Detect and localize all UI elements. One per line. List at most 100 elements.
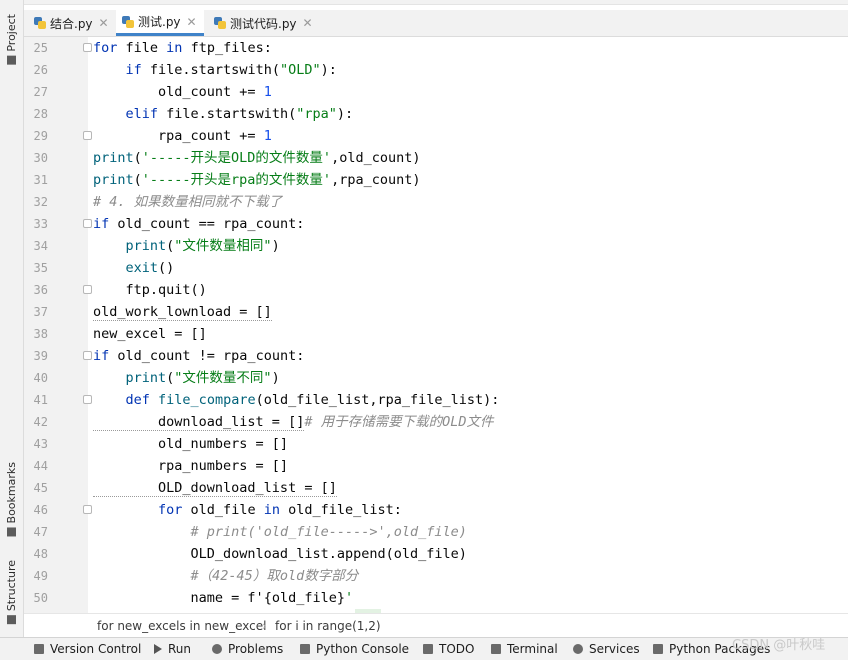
code-line[interactable]: 39 if old_count != rpa_count: (0, 345, 848, 367)
line-number: 50 (33, 591, 48, 605)
breadcrumb-item[interactable]: for i in range(1,2) (275, 619, 381, 633)
code-line[interactable]: 41 def file_compare(old_file_list,rpa_fi… (0, 389, 848, 411)
code-line[interactable]: 26 if file.startswith("OLD"): (0, 59, 848, 81)
code-line[interactable]: 33 if old_count == rpa_count: (0, 213, 848, 235)
code-token: old_file (182, 502, 264, 518)
code-line[interactable]: 42 download_list = []# 用于存储需要下载的OLD文件 (0, 411, 848, 433)
version-control-button[interactable]: Version Control (34, 642, 141, 656)
code-token: file_compare (158, 392, 256, 408)
code-line[interactable]: 46 for old_file in old_file_list: (0, 499, 848, 521)
code-token: print (125, 238, 167, 254)
code-token: file.startswith( (158, 106, 297, 122)
services-button[interactable]: Services (573, 642, 640, 656)
fold-marker-icon[interactable] (83, 43, 92, 52)
code-token: print (125, 370, 167, 386)
code-token: ): (336, 106, 354, 122)
code-line[interactable]: 30 print('-----开头是OLD的文件数量',old_count) (0, 147, 848, 169)
code-line[interactable]: 25 for file in ftp_files: (0, 37, 848, 59)
code-token: for (93, 40, 118, 56)
structure-icon (7, 615, 16, 625)
code-token: OLD_download_list.append(old_file) (93, 546, 467, 562)
code-text: old_numbers = [] (93, 433, 288, 455)
code-line[interactable]: 47 # print('old_file----->',old_file) (0, 521, 848, 543)
code-token: old_count += (93, 84, 264, 100)
code-line[interactable]: 35 exit() (0, 257, 848, 279)
code-line[interactable]: 28 elif file.startswith("rpa"): (0, 103, 848, 125)
fold-marker-icon[interactable] (83, 505, 92, 514)
code-line[interactable]: 38 new_excel = [] (0, 323, 848, 345)
code-token: ) (271, 238, 280, 254)
close-icon[interactable]: ✕ (99, 16, 109, 30)
version-control-label: Version Control (50, 642, 142, 656)
editor-tab-bar: 结合.py ✕ 测试.py ✕ 测试代码.py ✕ (24, 10, 848, 37)
code-token: 1 (263, 128, 272, 144)
code-line[interactable]: 49 #（42-45）取old数字部分 (0, 565, 848, 587)
breadcrumb-item[interactable]: for new_excels in new_excel (97, 619, 267, 633)
tab-jiehe[interactable]: 结合.py ✕ (28, 10, 116, 36)
code-line[interactable]: 44 rpa_numbers = [] (0, 455, 848, 477)
tab-ceshi-daima[interactable]: 测试代码.py ✕ (208, 10, 320, 36)
code-token: ) (271, 370, 280, 386)
run-button[interactable]: Run (154, 642, 191, 656)
code-token: '-----开头是rpa的文件数量' (141, 172, 332, 188)
code-token: ftp.quit() (93, 282, 207, 298)
todo-button[interactable]: TODO (423, 642, 474, 656)
code-token: if (93, 216, 110, 232)
code-token: in (166, 40, 183, 56)
terminal-label: Terminal (507, 642, 558, 656)
code-line[interactable]: 31 print('-----开头是rpa的文件数量',rpa_count) (0, 169, 848, 191)
code-line[interactable]: 48 OLD_download_list.append(old_file) (0, 543, 848, 565)
line-number: 48 (33, 547, 48, 561)
code-token: rpa_numbers = [] (93, 458, 289, 474)
code-line[interactable]: 36 ftp.quit() (0, 279, 848, 301)
services-label: Services (589, 642, 640, 656)
close-icon[interactable]: ✕ (187, 15, 197, 29)
code-text: print("文件数量不同") (93, 367, 280, 389)
line-number: 36 (33, 283, 48, 297)
python-file-icon (214, 17, 226, 29)
code-line[interactable]: 50 name = f'{old_file}' (0, 587, 848, 609)
fold-marker-icon[interactable] (83, 219, 92, 228)
code-line[interactable]: 32 # 4. 如果数量相同就不下载了 (0, 191, 848, 213)
code-token: 1 (263, 84, 272, 100)
code-line[interactable]: 37 old_work_lownload = [] (0, 301, 848, 323)
code-token: old_count != rpa_count: (109, 348, 305, 364)
code-line[interactable]: 45 OLD_download_list = [] (0, 477, 848, 499)
line-number: 27 (33, 85, 48, 99)
code-text: ftp.quit() (93, 279, 207, 301)
warning-icon (212, 644, 222, 654)
code-line[interactable]: 27 old_count += 1 (0, 81, 848, 103)
python-console-icon (300, 644, 310, 654)
code-token: if (125, 62, 142, 78)
code-text: if old_count != rpa_count: (93, 345, 304, 367)
code-line[interactable]: 43 old_numbers = [] (0, 433, 848, 455)
play-icon (154, 644, 162, 654)
code-text: # print('old_file----->',old_file) (93, 521, 467, 543)
tab-ceshi[interactable]: 测试.py ✕ (116, 10, 204, 36)
line-number: 41 (33, 393, 48, 407)
close-icon[interactable]: ✕ (303, 16, 313, 30)
breadcrumb: for new_excels in new_excel › for i in r… (24, 613, 848, 638)
code-token: print (93, 150, 134, 166)
line-number: 26 (33, 63, 48, 77)
code-line[interactable]: 34 print("文件数量相同") (0, 235, 848, 257)
code-line[interactable]: 29 rpa_count += 1 (0, 125, 848, 147)
terminal-button[interactable]: Terminal (491, 642, 558, 656)
line-number: 45 (33, 481, 48, 495)
code-token: # 用于存储需要下载的OLD文件 (304, 414, 494, 430)
code-line[interactable]: 40 print("文件数量不同") (0, 367, 848, 389)
code-text: print('-----开头是rpa的文件数量',rpa_count) (93, 169, 420, 191)
problems-button[interactable]: Problems (212, 642, 283, 656)
code-text: for old_file in old_file_list: (93, 499, 402, 521)
python-console-button[interactable]: Python Console (300, 642, 409, 656)
fold-marker-icon[interactable] (83, 131, 92, 140)
fold-marker-icon[interactable] (83, 395, 92, 404)
fold-marker-icon[interactable] (83, 285, 92, 294)
code-token: def (125, 392, 150, 408)
todo-label: TODO (439, 642, 475, 656)
code-text: print("文件数量相同") (93, 235, 280, 257)
fold-marker-icon[interactable] (83, 351, 92, 360)
